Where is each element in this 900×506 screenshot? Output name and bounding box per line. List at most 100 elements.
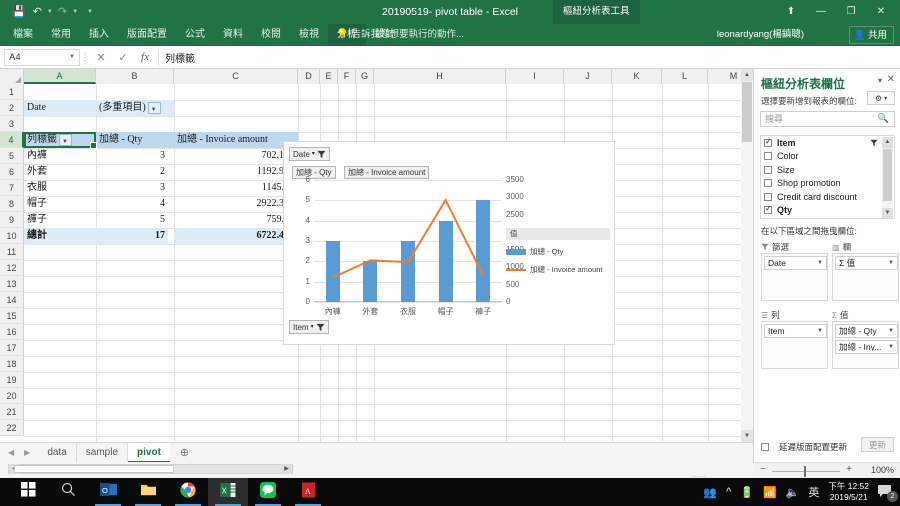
chevron-down-icon[interactable]: ▼ <box>888 328 894 334</box>
row-header-4[interactable]: 4 <box>0 132 24 148</box>
search-button[interactable] <box>48 478 88 506</box>
field-list-scrollbar[interactable]: ▲ ▼ <box>882 137 893 219</box>
sheet-nav-arrows[interactable]: ◀ ▶ <box>0 448 38 457</box>
field-row-qty[interactable]: Qty <box>761 204 894 218</box>
battery-icon[interactable]: 🔋 <box>740 486 754 499</box>
defer-checkbox[interactable] <box>761 443 769 451</box>
next-sheet-icon[interactable]: ▶ <box>24 448 30 457</box>
row-header-14[interactable]: 14 <box>0 292 24 308</box>
cell-B9-qty[interactable]: 5 <box>96 212 168 228</box>
row-header-16[interactable]: 16 <box>0 324 24 340</box>
column-header-C[interactable]: C <box>174 69 298 84</box>
area-rows[interactable]: ☰ 列 Item ▼ <box>761 309 828 369</box>
row-header-7[interactable]: 7 <box>0 180 24 196</box>
column-header-I[interactable]: I <box>506 69 564 84</box>
chrome-button[interactable] <box>168 478 208 506</box>
area-pill-sum-qty[interactable]: 加總 - Qty ▼ <box>835 324 898 338</box>
page-field-filter-icon[interactable] <box>148 102 161 114</box>
vertical-scroll-thumb[interactable] <box>742 82 752 142</box>
defer-layout-update[interactable]: 延遲版面配置更新 <box>761 441 847 453</box>
cell-B4-sum-qty-header[interactable]: 加總 - Qty <box>96 132 174 148</box>
column-header-B[interactable]: B <box>96 69 174 84</box>
row-header-20[interactable]: 20 <box>0 388 24 404</box>
excel-button[interactable]: X <box>208 478 248 506</box>
area-filters-box[interactable]: Date ▼ <box>761 253 828 301</box>
sheet-tab-sample[interactable]: sample <box>77 443 128 463</box>
tab-home[interactable]: 常用 <box>42 24 80 46</box>
field-checkbox[interactable] <box>764 139 772 147</box>
wifi-icon[interactable]: 📶 <box>763 486 777 499</box>
field-scroll-thumb[interactable] <box>883 149 892 201</box>
notifications-icon[interactable]: 2 <box>878 484 896 500</box>
chart-value-button-invoice[interactable]: 加總 - Invoice amount <box>344 166 429 179</box>
field-checkbox[interactable] <box>764 206 772 214</box>
field-list[interactable]: ▲ ▼ ItemColorSizeShop promotionCredit ca… <box>760 135 895 219</box>
field-checkbox[interactable] <box>764 193 772 201</box>
grid-vertical-scrollbar[interactable]: ▲ ▼ <box>741 69 753 442</box>
cell-C5-amount[interactable]: 702.18 <box>174 148 292 164</box>
close-icon[interactable]: ✕ <box>866 0 896 24</box>
zoom-in-icon[interactable]: + <box>846 464 852 475</box>
row-header-9[interactable]: 9 <box>0 212 24 228</box>
start-button[interactable] <box>8 478 48 506</box>
prev-sheet-icon[interactable]: ◀ <box>8 448 14 457</box>
show-hidden-icons-icon[interactable]: ^ <box>726 486 731 498</box>
clock[interactable]: 下午 12:52 2019/5/21 <box>828 481 869 503</box>
area-values[interactable]: Σ 值 加總 - Qty ▼ 加總 - Inv... ▼ <box>832 309 899 369</box>
cell-A8-item[interactable]: 帽子 <box>24 196 96 212</box>
scroll-down-icon[interactable]: ▼ <box>741 430 753 442</box>
area-filters[interactable]: 篩選 Date ▼ <box>761 241 828 301</box>
insert-function-button[interactable]: fx <box>134 51 156 63</box>
cell-C9-amount[interactable]: 759.2 <box>174 212 292 228</box>
area-pill-sum-invoice[interactable]: 加總 - Inv... ▼ <box>835 340 898 354</box>
row-header-22[interactable]: 22 <box>0 420 24 436</box>
row-header-15[interactable]: 15 <box>0 308 24 324</box>
field-scroll-up-icon[interactable]: ▲ <box>882 137 893 148</box>
area-rows-box[interactable]: Item ▼ <box>761 321 828 369</box>
cell-B10-grand-total-qty[interactable]: 17 <box>96 228 168 244</box>
cell-A5-item[interactable]: 內褲 <box>24 148 96 164</box>
name-box[interactable]: A4 ▼ <box>4 49 80 66</box>
row-header-11[interactable]: 11 <box>0 244 24 260</box>
field-checkbox[interactable] <box>764 152 772 160</box>
tab-file[interactable]: 檔案 <box>4 24 42 46</box>
acrobat-button[interactable]: A <box>288 478 328 506</box>
cell-B5-qty[interactable]: 3 <box>96 148 168 164</box>
line-button[interactable] <box>248 478 288 506</box>
row-header-6[interactable]: 6 <box>0 164 24 180</box>
cell-A6-item[interactable]: 外套 <box>24 164 96 180</box>
add-sheet-button[interactable]: ⊕ <box>170 446 199 459</box>
cell-B7-qty[interactable]: 3 <box>96 180 168 196</box>
file-explorer-button[interactable] <box>128 478 168 506</box>
cell-A4-row-labels-header[interactable]: 列標籤 <box>24 132 96 148</box>
cell-A9-item[interactable]: 褲子 <box>24 212 96 228</box>
tell-me-box[interactable]: 💡告訴我您想要執行的動作... <box>336 24 464 46</box>
search-icon[interactable]: 🔍 <box>878 113 889 124</box>
zoom-out-icon[interactable]: − <box>760 464 766 475</box>
cancel-formula-button[interactable]: ✕ <box>90 51 112 64</box>
row-header-21[interactable]: 21 <box>0 404 24 420</box>
volume-icon[interactable]: 🔈 <box>786 486 800 499</box>
cell-C10-grand-total-amount[interactable]: 6722.41 <box>174 228 292 244</box>
zoom-slider[interactable]: − + <box>760 465 852 477</box>
row-header-19[interactable]: 19 <box>0 372 24 388</box>
pivot-chart[interactable]: Date ▾ 加總 - Qty 加總 - Invoice amount 0123… <box>283 141 615 345</box>
field-row-shop-promotion[interactable]: Shop promotion <box>761 177 894 191</box>
people-icon[interactable]: 👥 <box>703 486 717 499</box>
field-row-credit-card-discount[interactable]: Credit card discount <box>761 190 894 204</box>
account-name[interactable]: leonardyang(楊鎮聰) <box>717 24 804 46</box>
row-header-10[interactable]: 10 <box>0 228 24 244</box>
ribbon-display-options-icon[interactable]: ⬆ <box>776 0 806 24</box>
row-header-5[interactable]: 5 <box>0 148 24 164</box>
tab-review[interactable]: 校閱 <box>252 24 290 46</box>
column-header-D[interactable]: D <box>298 69 320 84</box>
cell-C8-amount[interactable]: 2922.39 <box>174 196 292 212</box>
minimize-icon[interactable]: — <box>806 0 836 24</box>
hscroll-right-icon[interactable]: ▶ <box>281 464 292 474</box>
sheet-tab-pivot[interactable]: pivot <box>128 443 170 463</box>
area-columns-box[interactable]: Σ 值 ▼ <box>832 253 899 301</box>
row-labels-filter-icon[interactable] <box>59 134 72 146</box>
column-header-K[interactable]: K <box>612 69 662 84</box>
row-header-18[interactable]: 18 <box>0 356 24 372</box>
zoom-track[interactable] <box>772 471 840 472</box>
